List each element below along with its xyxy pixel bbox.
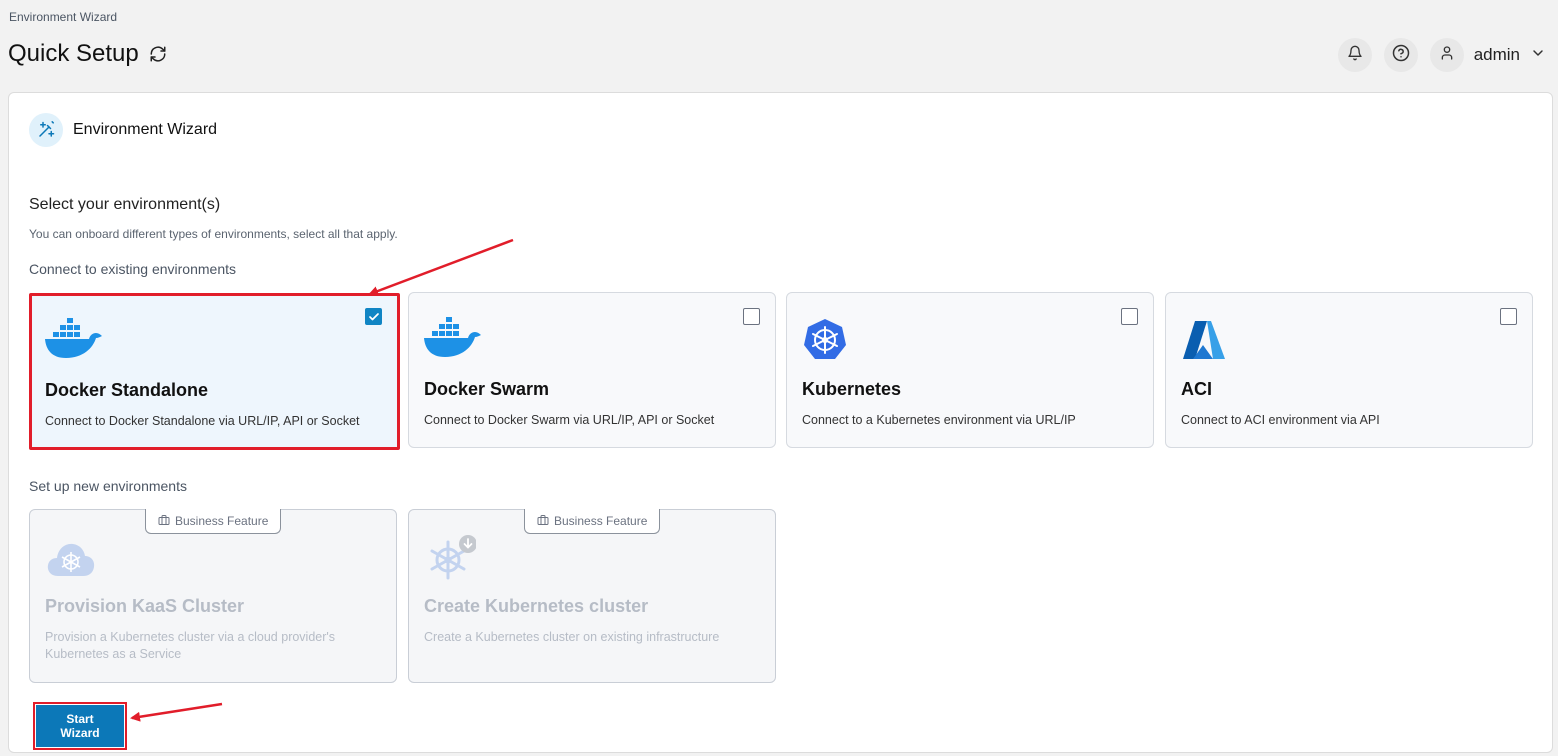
card-title: ACI <box>1181 379 1212 399</box>
kubernetes-icon <box>802 317 860 363</box>
user-icon <box>1439 45 1455 66</box>
start-wizard-highlight: Start Wizard <box>33 702 127 750</box>
env-card-docker-swarm[interactable]: Docker Swarm Connect to Docker Swarm via… <box>408 292 776 448</box>
card-title: Kubernetes <box>802 379 902 399</box>
card-description: Connect to Docker Standalone via URL/IP,… <box>45 414 360 428</box>
widget-title: Environment Wizard <box>73 121 218 138</box>
card-title: Create Kubernetes cluster <box>424 596 649 616</box>
docker-swarm-checkbox[interactable] <box>743 308 760 325</box>
aci-checkbox[interactable] <box>1500 308 1517 325</box>
card-description: Create a Kubernetes cluster on existing … <box>424 630 720 644</box>
card-description: Connect to ACI environment via API <box>1181 413 1380 427</box>
new-environments-label: Set up new environments <box>29 478 187 494</box>
briefcase-icon <box>158 514 170 529</box>
username[interactable]: admin <box>1474 45 1520 65</box>
section-title: Select your environment(s) <box>29 196 221 213</box>
kubernetes-install-icon <box>424 534 482 580</box>
card-title: Docker Standalone <box>45 380 209 400</box>
card-title: Provision KaaS Cluster <box>45 596 245 616</box>
card-description: Connect to Docker Swarm via URL/IP, API … <box>424 413 715 427</box>
page-title: Quick Setup <box>8 40 139 67</box>
environment-wizard-panel: Environment Wizard Select your environme… <box>8 92 1553 753</box>
help-circle-icon <box>1392 44 1410 67</box>
refresh-icon[interactable] <box>149 45 167 63</box>
card-description: Connect to a Kubernetes environment via … <box>802 413 1076 427</box>
env-card-create-kubernetes: Business Feature Create Kubernetes clust… <box>408 509 776 683</box>
chevron-down-icon[interactable] <box>1530 45 1546 66</box>
magic-wand-icon <box>29 113 63 147</box>
breadcrumb: Environment Wizard <box>9 10 118 24</box>
env-card-aci[interactable]: ACI Connect to ACI environment via API <box>1165 292 1533 448</box>
business-feature-badge: Business Feature <box>524 509 661 534</box>
existing-environments-label: Connect to existing environments <box>29 261 236 277</box>
docker-standalone-checkbox[interactable] <box>365 308 382 325</box>
user-menu[interactable]: admin <box>1429 38 1546 72</box>
docker-icon <box>424 317 482 363</box>
env-card-docker-standalone[interactable]: Docker Standalone Connect to Docker Stan… <box>29 293 400 450</box>
kubernetes-checkbox[interactable] <box>1121 308 1138 325</box>
azure-icon <box>1181 317 1239 363</box>
help-button[interactable] <box>1383 38 1418 72</box>
card-description: Provision a Kubernetes cluster via a clo… <box>45 630 336 661</box>
section-description: You can onboard different types of envir… <box>29 227 398 241</box>
notifications-button[interactable] <box>1337 38 1372 72</box>
briefcase-icon <box>537 514 549 529</box>
avatar[interactable] <box>1429 38 1464 72</box>
docker-icon <box>45 318 103 364</box>
env-card-kubernetes[interactable]: Kubernetes Connect to a Kubernetes envir… <box>786 292 1154 448</box>
cloud-kubernetes-icon <box>45 538 103 584</box>
env-card-provision-kaas: Business Feature Provision KaaS Cluster … <box>29 509 397 683</box>
business-feature-badge: Business Feature <box>145 509 282 534</box>
start-wizard-button[interactable]: Start Wizard <box>36 705 124 747</box>
bell-icon <box>1347 45 1363 66</box>
card-title: Docker Swarm <box>424 379 550 399</box>
